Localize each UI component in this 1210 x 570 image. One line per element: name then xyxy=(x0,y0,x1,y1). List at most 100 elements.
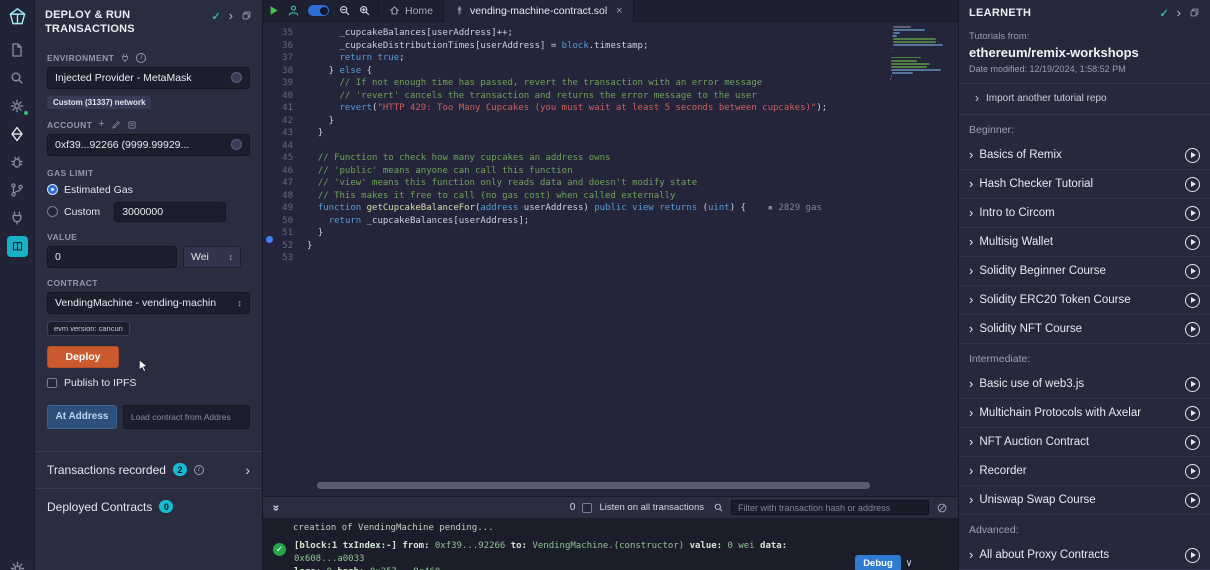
expand-terminal-icon[interactable]: » xyxy=(269,504,283,511)
tutorial-item[interactable]: ›Solidity ERC20 Token Course xyxy=(959,286,1210,315)
line-number: 45 xyxy=(263,152,307,165)
tab-contract-file[interactable]: vending-machine-contract.sol × xyxy=(444,0,634,22)
tutorial-item[interactable]: ›Solidity NFT Course xyxy=(959,315,1210,344)
chevron-right-icon[interactable]: › xyxy=(1177,7,1181,18)
estimated-gas-option[interactable]: Estimated Gas xyxy=(47,184,250,196)
at-address-button[interactable]: At Address xyxy=(47,405,117,429)
network-badge: Custom (31337) network xyxy=(47,96,151,109)
info-icon[interactable]: i xyxy=(194,465,204,475)
deployed-contracts-row[interactable]: Deployed Contracts 0 xyxy=(35,488,262,525)
play-circle-icon[interactable] xyxy=(1185,464,1200,479)
git-icon[interactable] xyxy=(0,176,35,204)
minimap-line xyxy=(893,29,924,31)
transaction-log[interactable]: ✓ [block:1 txIndex:-] from: 0xf39...9226… xyxy=(273,540,950,570)
custom-gas-option[interactable]: Custom xyxy=(47,202,250,222)
clear-console-icon[interactable] xyxy=(936,502,948,514)
terminal[interactable]: creation of VendingMachine pending... ✓ … xyxy=(263,518,958,570)
code-editor[interactable]: 35 _cupcakeBalances[userAddress]++;36 _c… xyxy=(263,22,958,496)
horizontal-scrollbar[interactable] xyxy=(317,482,870,489)
tutorial-list: Beginner:›Basics of Remix›Hash Checker T… xyxy=(959,115,1210,570)
radio-estimated-gas[interactable] xyxy=(47,184,58,195)
play-circle-icon[interactable] xyxy=(1185,377,1200,392)
tutorial-item-label: All about Proxy Contracts xyxy=(979,549,1109,561)
publish-ipfs-option[interactable]: Publish to IPFS xyxy=(47,377,250,389)
ai-copilot-toggle[interactable] xyxy=(308,5,329,16)
play-circle-icon[interactable] xyxy=(1185,206,1200,221)
play-circle-icon[interactable] xyxy=(1185,548,1200,563)
tutorial-item[interactable]: ›NFT Auction Contract xyxy=(959,428,1210,457)
contract-select[interactable]: VendingMachine - vending-machin ↕ xyxy=(47,292,250,314)
plugin-manager-icon[interactable] xyxy=(0,204,35,232)
gas-limit-label: GAS LIMIT xyxy=(47,168,94,178)
tab-home[interactable]: Home xyxy=(378,0,444,22)
tutorial-item[interactable]: ›Intro to Circom xyxy=(959,199,1210,228)
ai-assistant-icon[interactable] xyxy=(283,0,303,22)
minimap-line xyxy=(892,72,912,74)
home-icon xyxy=(389,5,400,16)
mouse-cursor xyxy=(138,358,152,374)
tutorial-item[interactable]: ›Basic use of web3.js xyxy=(959,370,1210,399)
terminal-filter-input[interactable] xyxy=(731,500,929,515)
deploy-button[interactable]: Deploy xyxy=(47,346,119,368)
debug-button[interactable]: Debug xyxy=(855,555,901,570)
zoom-out-button[interactable] xyxy=(334,0,354,22)
account-value: 0xf39...92266 (9999.99929... xyxy=(55,139,189,151)
check-icon: ✓ xyxy=(1159,7,1168,20)
listen-all-checkbox[interactable] xyxy=(582,503,592,513)
radio-custom-gas[interactable] xyxy=(47,206,58,217)
learneth-plugin-icon[interactable] xyxy=(7,236,28,257)
debugger-icon[interactable] xyxy=(0,148,35,176)
tutorial-item[interactable]: ›Basics of Remix xyxy=(959,141,1210,170)
play-circle-icon[interactable] xyxy=(1185,177,1200,192)
popout-window-icon[interactable] xyxy=(241,10,252,21)
environment-select[interactable]: Injected Provider - MetaMask xyxy=(47,67,250,89)
info-icon[interactable]: i xyxy=(136,53,146,63)
solidity-compiler-icon[interactable] xyxy=(0,92,35,120)
tutorial-item[interactable]: ›Uniswap Swap Course xyxy=(959,486,1210,515)
sign-message-icon[interactable] xyxy=(127,120,137,130)
file-explorer-icon[interactable] xyxy=(0,36,35,64)
play-circle-icon[interactable] xyxy=(1185,435,1200,450)
play-circle-icon[interactable] xyxy=(1185,322,1200,337)
play-circle-icon[interactable] xyxy=(1185,148,1200,163)
settings-gear-icon[interactable] xyxy=(9,560,26,570)
play-circle-icon[interactable] xyxy=(1185,293,1200,308)
tutorial-item-label: Solidity Beginner Course xyxy=(979,265,1106,277)
custom-gas-input[interactable] xyxy=(114,202,226,222)
tutorial-item[interactable]: ›Multisig Wallet xyxy=(959,228,1210,257)
transactions-recorded-row[interactable]: Transactions recorded 2 i › xyxy=(35,451,262,488)
play-circle-icon[interactable] xyxy=(1185,493,1200,508)
add-account-icon[interactable]: + xyxy=(98,120,104,129)
plug-icon[interactable] xyxy=(120,53,130,63)
run-script-button[interactable] xyxy=(263,0,283,22)
breakpoint-dot[interactable] xyxy=(266,236,273,243)
tutorial-item[interactable]: ›Multichain Protocols with Axelar xyxy=(959,399,1210,428)
chevron-right-icon[interactable]: › xyxy=(245,465,250,475)
toggle-knob xyxy=(320,7,328,15)
code-line: 37 return true; xyxy=(263,52,958,65)
play-circle-icon[interactable] xyxy=(1185,264,1200,279)
minimap-line xyxy=(892,35,896,37)
import-tutorial-link[interactable]: › Import another tutorial repo xyxy=(959,84,1210,115)
at-address-input[interactable] xyxy=(123,405,250,429)
publish-ipfs-checkbox[interactable] xyxy=(47,378,57,388)
chevron-down-icon[interactable]: ∨ xyxy=(906,558,912,569)
code-line: 35 _cupcakeBalances[userAddress]++; xyxy=(263,27,958,40)
tutorial-item[interactable]: ›All about Proxy Contracts xyxy=(959,541,1210,570)
search-icon[interactable] xyxy=(0,64,35,92)
play-circle-icon[interactable] xyxy=(1185,406,1200,421)
value-unit-select[interactable]: Wei ↕ xyxy=(183,246,241,268)
tutorial-item[interactable]: ›Recorder xyxy=(959,457,1210,486)
deploy-run-icon[interactable] xyxy=(0,120,35,148)
popout-window-icon[interactable] xyxy=(1189,7,1200,18)
minimap[interactable] xyxy=(890,26,948,83)
close-tab-icon[interactable]: × xyxy=(616,5,622,17)
value-input[interactable] xyxy=(47,246,177,268)
pencil-icon[interactable] xyxy=(111,120,121,130)
tutorial-item[interactable]: ›Solidity Beginner Course xyxy=(959,257,1210,286)
play-circle-icon[interactable] xyxy=(1185,235,1200,250)
account-select[interactable]: 0xf39...92266 (9999.99929... xyxy=(47,134,250,156)
zoom-in-button[interactable] xyxy=(354,0,374,22)
chevron-right-icon[interactable]: › xyxy=(229,10,233,21)
tutorial-item[interactable]: ›Hash Checker Tutorial xyxy=(959,170,1210,199)
